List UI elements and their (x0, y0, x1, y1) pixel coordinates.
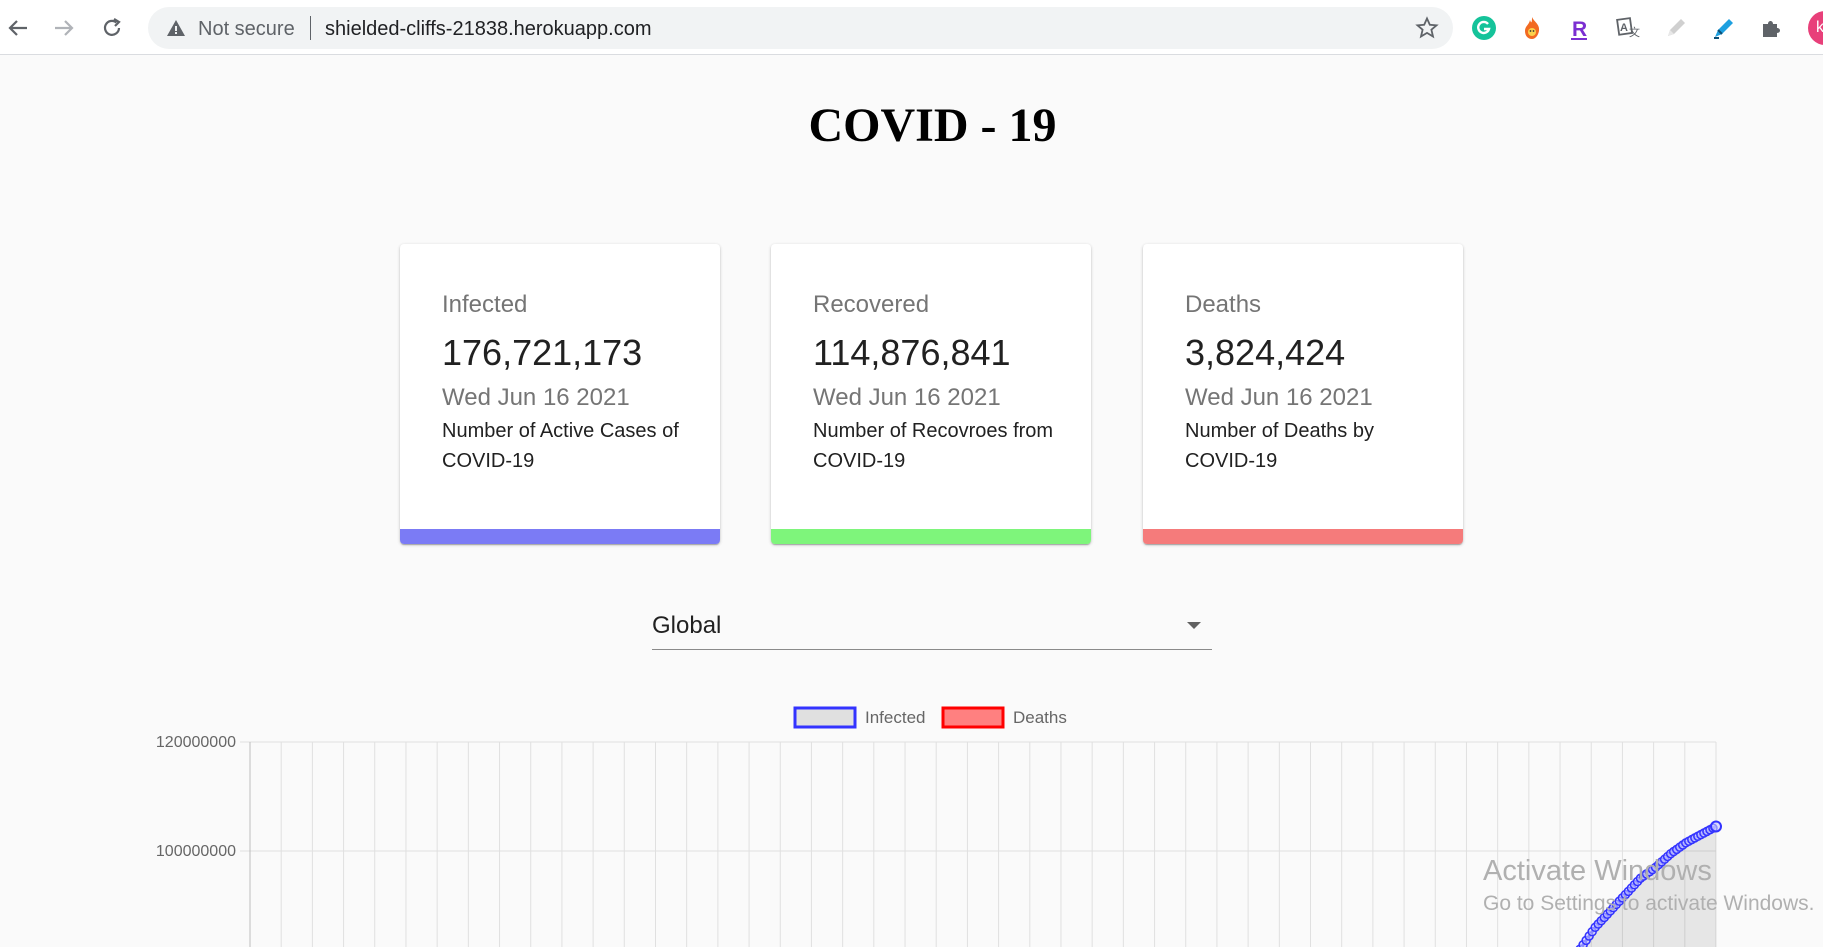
card-label: Deaths (1185, 291, 1262, 318)
grammarly-icon[interactable] (1469, 13, 1499, 43)
reload-button[interactable] (96, 12, 128, 44)
forward-arrow-icon (55, 20, 74, 36)
chart-legend[interactable]: Infected Deaths (793, 706, 1067, 729)
address-bar[interactable]: Not secure shielded-cliffs-21838.herokua… (148, 7, 1453, 49)
card-value: 114,876,841 (813, 332, 1011, 373)
card-description: Number of Deaths by COVID-19 (1185, 420, 1374, 472)
recovered-card: Recovered 114,876,841 Wed Jun 16 2021 Nu… (771, 244, 1091, 544)
card-description: Number of Active Cases of COVID-19 (442, 420, 679, 472)
card-value: 3,824,424 (1185, 332, 1346, 373)
svg-text:文: 文 (1629, 25, 1640, 39)
selected-country[interactable]: Global (652, 612, 721, 640)
page-title: COVID - 19 (808, 99, 1057, 152)
deaths-card: Deaths 3,824,424 Wed Jun 16 2021 Number … (1143, 244, 1463, 544)
card-description: Number of Recovroes from COVID-19 (813, 420, 1054, 472)
puzzle-icon[interactable] (1757, 13, 1787, 43)
url-text[interactable]: shielded-cliffs-21838.herokuapp.com (325, 18, 652, 41)
card-color-bar (771, 529, 1091, 544)
warning-icon (167, 20, 185, 36)
back-button[interactable] (2, 12, 34, 44)
card-date: Wed Jun 16 2021 (1185, 384, 1373, 411)
infected-card: Infected 176,721,173 Wed Jun 16 2021 Num… (400, 244, 720, 544)
profile-avatar[interactable]: k (1808, 11, 1823, 45)
security-status[interactable]: Not secure (198, 18, 295, 41)
browser-toolbar: Not secure shielded-cliffs-21838.herokua… (0, 0, 1823, 55)
watermark-subtitle: Go to Settings to activate Windows. (1483, 892, 1815, 915)
divider (310, 16, 311, 40)
y-tick-label: 100000000 (156, 843, 236, 860)
card-value: 176,721,173 (442, 332, 643, 373)
country-select[interactable]: Global (652, 606, 1212, 650)
svg-text:A: A (1620, 22, 1628, 34)
legend-deaths-swatch[interactable] (941, 706, 1005, 729)
card-date: Wed Jun 16 2021 (813, 384, 1001, 411)
windows-activation-watermark: Activate Windows Go to Settings to activ… (1483, 855, 1815, 916)
fire-icon[interactable] (1517, 13, 1547, 43)
legend-deaths-label[interactable]: Deaths (1013, 708, 1067, 727)
card-color-bar (1143, 529, 1463, 544)
back-arrow-icon (8, 20, 27, 36)
reload-icon (103, 18, 121, 36)
watermark-title: Activate Windows (1483, 855, 1712, 887)
chart-grid (240, 741, 1717, 947)
card-label: Recovered (813, 291, 930, 318)
pencil-icon[interactable] (1661, 13, 1691, 43)
card-color-bar (400, 529, 720, 544)
legend-infected-label[interactable]: Infected (865, 708, 926, 727)
card-label: Infected (442, 291, 528, 318)
infected-point (1710, 820, 1722, 833)
r-extension-icon[interactable]: R (1565, 13, 1595, 43)
forward-button[interactable] (48, 12, 80, 44)
bookmark-star-icon[interactable] (1415, 16, 1439, 40)
legend-infected-swatch[interactable] (793, 706, 857, 729)
card-date: Wed Jun 16 2021 (442, 384, 630, 411)
svg-text:R: R (1572, 18, 1587, 41)
translate-icon[interactable]: A文 (1613, 13, 1643, 43)
highlighter-icon[interactable] (1709, 13, 1739, 43)
y-tick-label: 120000000 (156, 734, 236, 751)
dropdown-arrow-icon[interactable] (1186, 620, 1202, 630)
